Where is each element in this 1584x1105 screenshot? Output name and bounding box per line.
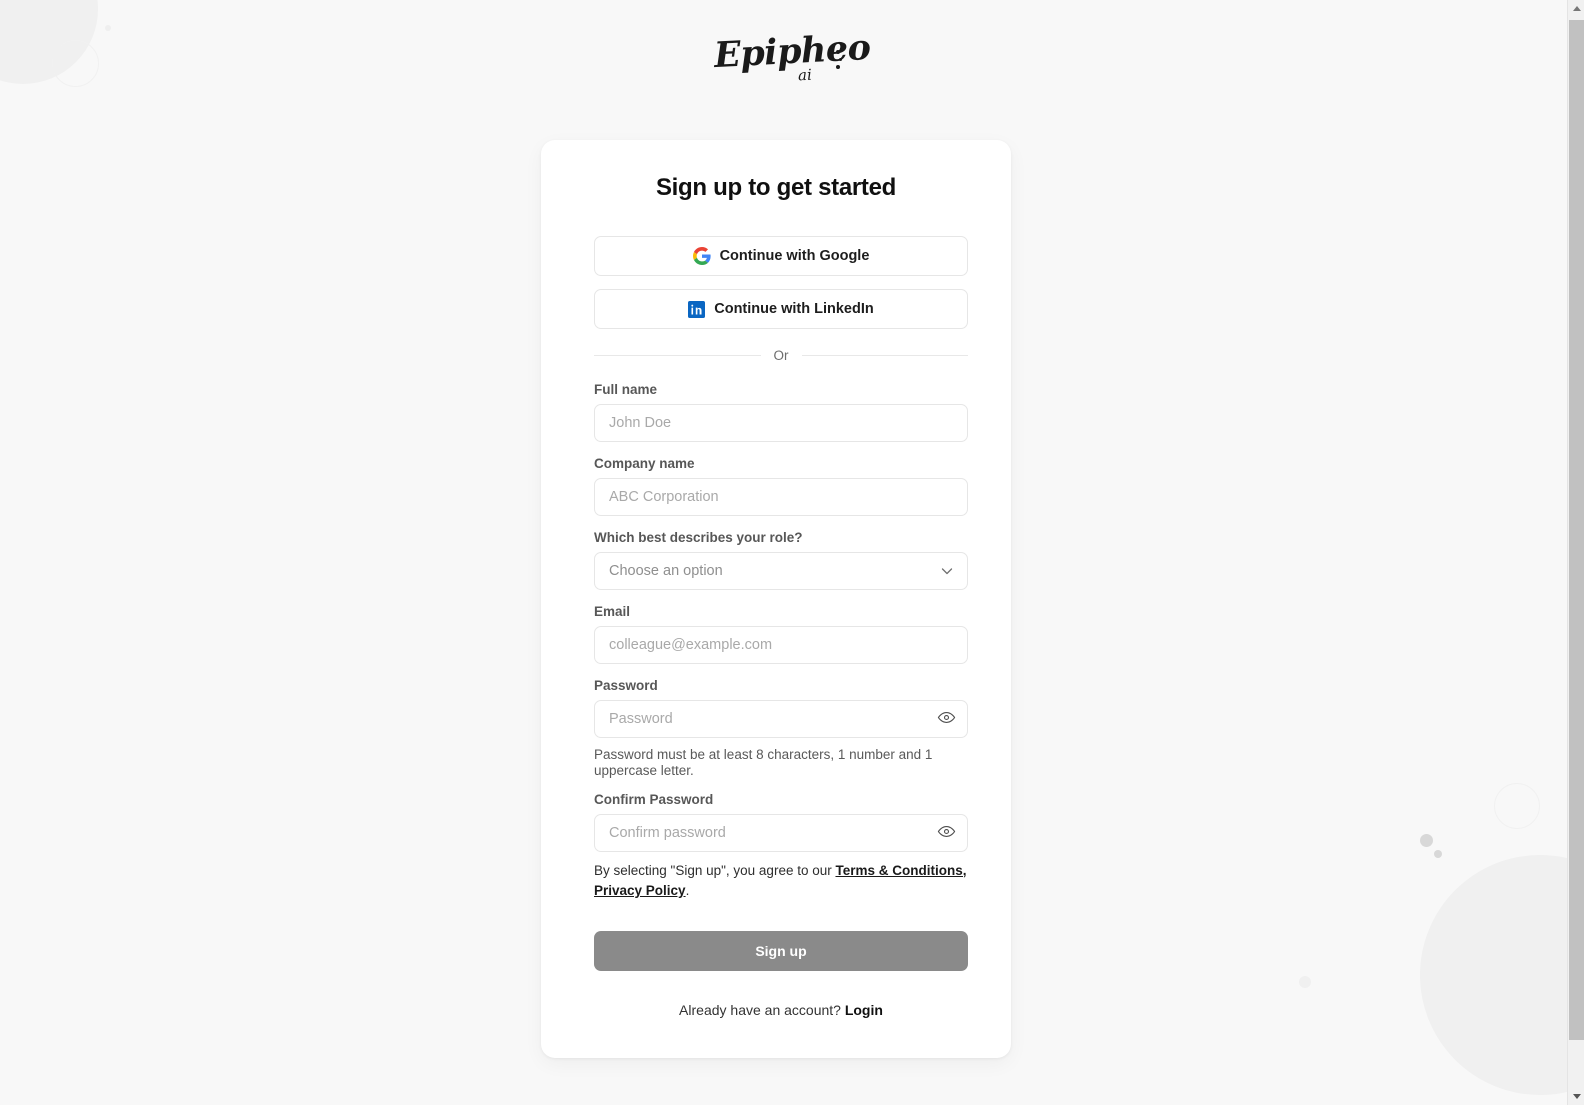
- password-input[interactable]: [594, 700, 968, 738]
- signup-button[interactable]: Sign up: [594, 931, 968, 972]
- continue-with-linkedin-button[interactable]: Continue with LinkedIn: [594, 289, 968, 329]
- full-name-label: Full name: [594, 382, 658, 397]
- email-input[interactable]: [594, 626, 968, 664]
- role-select[interactable]: Choose an option: [594, 552, 968, 590]
- field-email: Email: [594, 604, 968, 664]
- continue-with-google-button[interactable]: Continue with Google: [594, 236, 968, 276]
- login-prompt-text: Already have an account?: [679, 1002, 845, 1019]
- terms-and-conditions-link[interactable]: Terms & Conditions,: [835, 863, 966, 878]
- field-confirm-password: Confirm Password: [594, 792, 968, 852]
- login-prompt-row: Already have an account? Login: [594, 1002, 968, 1018]
- toggle-password-visibility-button[interactable]: [936, 709, 956, 729]
- role-selected-value: Choose an option: [609, 563, 723, 579]
- decorative-dot-top-left: [105, 25, 111, 31]
- decorative-dot-faint-bottom: [1299, 976, 1311, 988]
- decorative-circle-bottom-right: [1420, 855, 1584, 1095]
- brand-logo-dots-icon: [836, 50, 846, 72]
- password-hint: Password must be at least 8 characters, …: [594, 747, 933, 778]
- company-name-label: Company name: [594, 456, 695, 471]
- privacy-policy-link[interactable]: Privacy Policy: [594, 883, 686, 898]
- brand-logo-text: Epipheo: [712, 26, 872, 77]
- terms-suffix: .: [685, 882, 690, 898]
- company-name-input[interactable]: [594, 478, 968, 516]
- field-role: Which best describes your role? Choose a…: [594, 530, 968, 590]
- or-divider: Or: [594, 348, 968, 363]
- role-label: Which best describes your role?: [594, 530, 803, 545]
- brand-logo: Epipheo ai: [0, 27, 1584, 98]
- signup-card: Sign up to get started Continue with Goo…: [541, 140, 1011, 1059]
- field-full-name: Full name: [594, 382, 968, 442]
- terms-text: By selecting "Sign up", you agree to our…: [594, 861, 968, 902]
- terms-prefix: By selecting "Sign up", you agree to our: [594, 862, 836, 878]
- divider-line-right: [801, 355, 968, 356]
- brand-logo-subtext: ai: [797, 65, 813, 85]
- page-title: Sign up to get started: [655, 174, 897, 201]
- divider-label: Or: [773, 348, 789, 363]
- confirm-password-input[interactable]: [594, 813, 968, 852]
- field-company-name: Company name: [594, 456, 968, 516]
- decorative-dot-large-bottom-right: [1420, 834, 1433, 847]
- continue-with-google-label: Continue with Google: [719, 248, 870, 264]
- field-password: Password: [594, 678, 968, 738]
- full-name-input[interactable]: [594, 404, 968, 442]
- google-icon: [692, 247, 711, 265]
- decorative-ring-bottom-right: [1494, 783, 1540, 829]
- scroll-down-arrow-icon[interactable]: [1568, 1088, 1584, 1105]
- eye-icon: [937, 822, 956, 844]
- scroll-up-arrow-icon[interactable]: [1568, 0, 1584, 17]
- continue-with-linkedin-label: Continue with LinkedIn: [714, 301, 874, 317]
- eye-icon: [937, 708, 956, 730]
- decorative-dot-small-bottom-right: [1434, 850, 1442, 858]
- divider-line-left: [594, 355, 761, 356]
- linkedin-icon: [688, 300, 706, 318]
- confirm-password-label: Confirm Password: [594, 791, 714, 807]
- login-link[interactable]: Login: [845, 1002, 883, 1018]
- vertical-scrollbar[interactable]: [1567, 0, 1584, 1105]
- toggle-confirm-password-visibility-button[interactable]: [936, 823, 956, 843]
- email-label: Email: [594, 604, 631, 619]
- password-label: Password: [594, 678, 658, 693]
- scrollbar-thumb[interactable]: [1569, 20, 1584, 1040]
- signup-page: Epipheo ai Sign up to get started Contin…: [0, 0, 1584, 1105]
